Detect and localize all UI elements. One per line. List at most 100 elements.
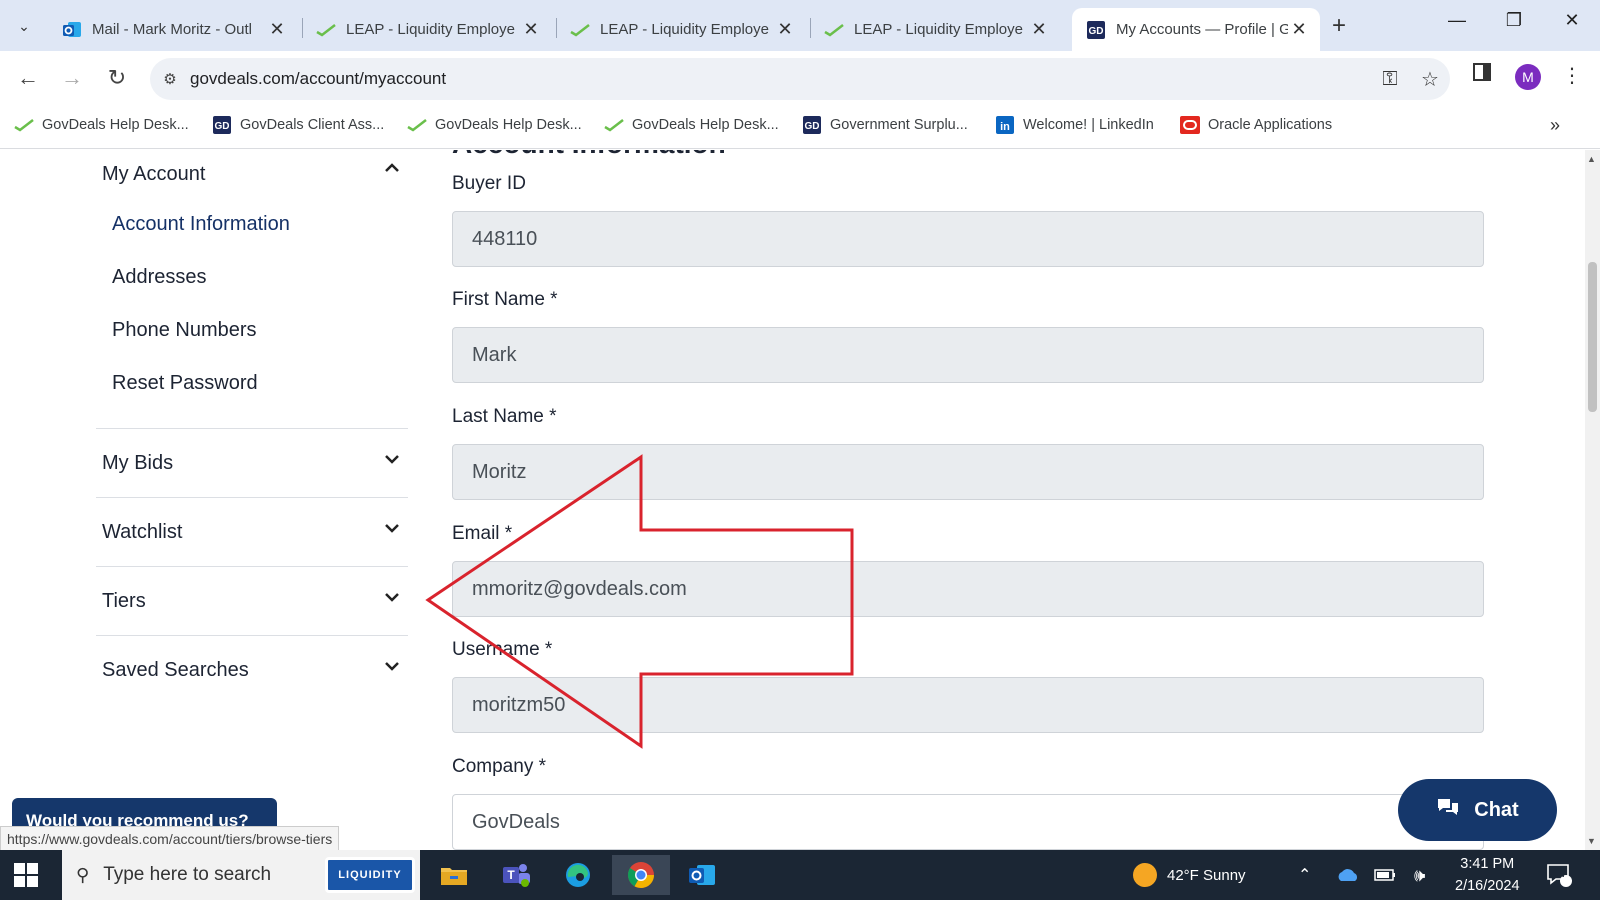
close-icon[interactable]: ✕ xyxy=(1288,19,1310,40)
weather-widget[interactable]: 42°F Sunny xyxy=(1133,850,1246,900)
page-scrollbar[interactable]: ▲ ▼ xyxy=(1585,150,1600,850)
username-field[interactable]: moritzm50 xyxy=(452,677,1484,733)
tab-search-button[interactable]: ⌄ xyxy=(8,10,40,42)
chevron-right-double-icon[interactable]: » xyxy=(1550,115,1560,136)
tab-title: LEAP - Liquidity Employe xyxy=(600,21,769,38)
notifications-button[interactable]: 7 xyxy=(1546,850,1572,900)
sidebar-section-tiers[interactable]: Tiers xyxy=(96,566,408,635)
tab-leap-2[interactable]: LEAP - Liquidity Employe ✕ xyxy=(556,8,806,51)
chrome-icon[interactable] xyxy=(612,855,670,895)
search-placeholder: Type here to search xyxy=(103,864,272,885)
company-field[interactable]: GovDeals xyxy=(452,794,1484,850)
sidebar-item-reset-password[interactable]: Reset Password xyxy=(96,357,408,410)
liquidity-logo[interactable]: LIQUIDITY xyxy=(325,857,415,893)
govdeals-icon: GD xyxy=(1086,20,1106,40)
govdeals-icon: GD xyxy=(212,115,232,135)
address-bar[interactable]: ⚙ govdeals.com/account/myaccount ⚿ ☆ xyxy=(150,58,1450,100)
sidebar-item-phone-numbers[interactable]: Phone Numbers xyxy=(96,304,408,357)
leap-icon xyxy=(407,115,427,135)
buyer-id-label: Buyer ID xyxy=(452,173,526,194)
bookmark-item[interactable]: GD GovDeals Client Ass... xyxy=(212,115,384,135)
windows-taskbar: ⚲ Type here to search LIQUIDITY T 42°F S… xyxy=(0,850,1600,900)
scroll-down-icon[interactable]: ▼ xyxy=(1587,836,1596,846)
email-label: Email * xyxy=(452,523,513,544)
sidebar-item-account-information[interactable]: Account Information xyxy=(96,198,408,251)
new-tab-button[interactable]: + xyxy=(1332,12,1346,40)
reload-icon[interactable]: ↻ xyxy=(103,65,131,91)
battery-icon[interactable] xyxy=(1374,850,1396,900)
first-name-field[interactable]: Mark xyxy=(452,327,1484,383)
side-panel-icon[interactable] xyxy=(1466,63,1498,87)
sidebar-my-account[interactable]: My Account xyxy=(96,150,408,198)
star-icon[interactable]: ☆ xyxy=(1410,67,1450,92)
teams-icon[interactable]: T xyxy=(490,855,542,895)
tab-my-accounts[interactable]: GD My Accounts — Profile | G ✕ xyxy=(1072,8,1320,51)
first-name-label: First Name * xyxy=(452,289,558,310)
url-text[interactable]: govdeals.com/account/myaccount xyxy=(190,69,1370,89)
sidebar-item-addresses[interactable]: Addresses xyxy=(96,251,408,304)
tab-outlook[interactable]: Mail - Mark Moritz - Outl ✕ xyxy=(48,8,298,51)
sidebar-section-saved-searches[interactable]: Saved Searches xyxy=(96,635,408,704)
sidebar-section-watchlist[interactable]: Watchlist xyxy=(96,497,408,566)
close-window-icon[interactable]: ✕ xyxy=(1552,10,1592,31)
bookmark-item[interactable]: in Welcome! | LinkedIn xyxy=(995,115,1154,135)
edge-icon[interactable] xyxy=(552,855,604,895)
chevron-down-icon: ⌄ xyxy=(18,17,30,34)
tab-leap-3[interactable]: LEAP - Liquidity Employe ✕ xyxy=(810,8,1060,51)
bookmark-label: GovDeals Help Desk... xyxy=(435,117,582,133)
bookmarks-bar: GovDeals Help Desk... GD GovDeals Client… xyxy=(0,105,1600,149)
outlook-taskbar-icon[interactable] xyxy=(676,855,728,895)
page-content: My Account Account Information Addresses… xyxy=(0,150,1585,850)
svg-text:GD: GD xyxy=(1089,26,1104,37)
forward-arrow-icon[interactable]: → xyxy=(58,65,86,91)
bookmark-label: Government Surplu... xyxy=(830,117,968,133)
leap-icon xyxy=(316,20,336,40)
bookmark-label: Oracle Applications xyxy=(1208,117,1333,133)
bookmark-item[interactable]: GovDeals Help Desk... xyxy=(407,115,582,135)
close-icon[interactable]: ✕ xyxy=(1028,19,1050,40)
bookmark-item[interactable]: Oracle Applications xyxy=(1180,115,1332,135)
onedrive-icon[interactable] xyxy=(1336,850,1360,900)
browser-toolbar: ← → ↻ ⚙ govdeals.com/account/myaccount ⚿… xyxy=(0,51,1600,105)
minimize-icon[interactable]: — xyxy=(1437,10,1477,31)
chevron-up-icon[interactable]: ⌃ xyxy=(1298,850,1311,900)
notification-icon xyxy=(1547,864,1572,887)
tab-leap-1[interactable]: LEAP - Liquidity Employe ✕ xyxy=(302,8,552,51)
sidebar-section-label: Tiers xyxy=(102,589,146,612)
email-field[interactable]: mmoritz@govdeals.com xyxy=(452,561,1484,617)
scrollbar-thumb[interactable] xyxy=(1588,262,1597,412)
bookmark-label: GovDeals Help Desk... xyxy=(42,117,189,133)
linkedin-icon: in xyxy=(995,115,1015,135)
svg-text:GD: GD xyxy=(215,121,230,132)
buyer-id-field[interactable]: 448110 xyxy=(452,211,1484,267)
close-icon[interactable]: ✕ xyxy=(520,19,542,40)
chat-button[interactable]: Chat xyxy=(1398,779,1557,841)
clock[interactable]: 3:41 PM 2/16/2024 xyxy=(1455,850,1520,900)
bookmark-item[interactable]: GovDeals Help Desk... xyxy=(604,115,779,135)
last-name-field[interactable]: Moritz xyxy=(452,444,1484,500)
back-arrow-icon[interactable]: ← xyxy=(14,65,42,91)
key-icon[interactable]: ⚿ xyxy=(1370,68,1410,91)
close-icon[interactable]: ✕ xyxy=(266,19,288,40)
scroll-up-icon[interactable]: ▲ xyxy=(1587,154,1596,164)
close-icon[interactable]: ✕ xyxy=(774,19,796,40)
tab-strip: ⌄ Mail - Mark Moritz - Outl ✕ LEAP - Liq… xyxy=(0,0,1600,51)
bookmark-item[interactable]: GD Government Surplu... xyxy=(802,115,968,135)
sidebar-section-label: Watchlist xyxy=(102,520,183,543)
sidebar-section-my-bids[interactable]: My Bids xyxy=(96,428,408,497)
menu-kebab-icon[interactable]: ⋮ xyxy=(1556,63,1588,88)
file-explorer-icon[interactable] xyxy=(428,855,480,895)
tab-title: LEAP - Liquidity Employe xyxy=(346,21,515,38)
bookmark-item[interactable]: GovDeals Help Desk... xyxy=(14,115,189,135)
restore-icon[interactable]: ❐ xyxy=(1494,10,1534,31)
leap-icon xyxy=(824,20,844,40)
site-settings-icon[interactable]: ⚙ xyxy=(150,70,190,88)
bookmark-label: Welcome! | LinkedIn xyxy=(1023,117,1154,133)
tab-title: LEAP - Liquidity Employe xyxy=(854,21,1023,38)
oracle-icon xyxy=(1180,115,1200,135)
chevron-down-icon xyxy=(384,451,400,469)
account-sidebar: My Account Account Information Addresses… xyxy=(96,150,408,704)
volume-icon[interactable]: 🕪 xyxy=(1414,850,1425,900)
windows-start-icon[interactable] xyxy=(14,863,38,887)
profile-avatar[interactable]: M xyxy=(1515,64,1541,90)
